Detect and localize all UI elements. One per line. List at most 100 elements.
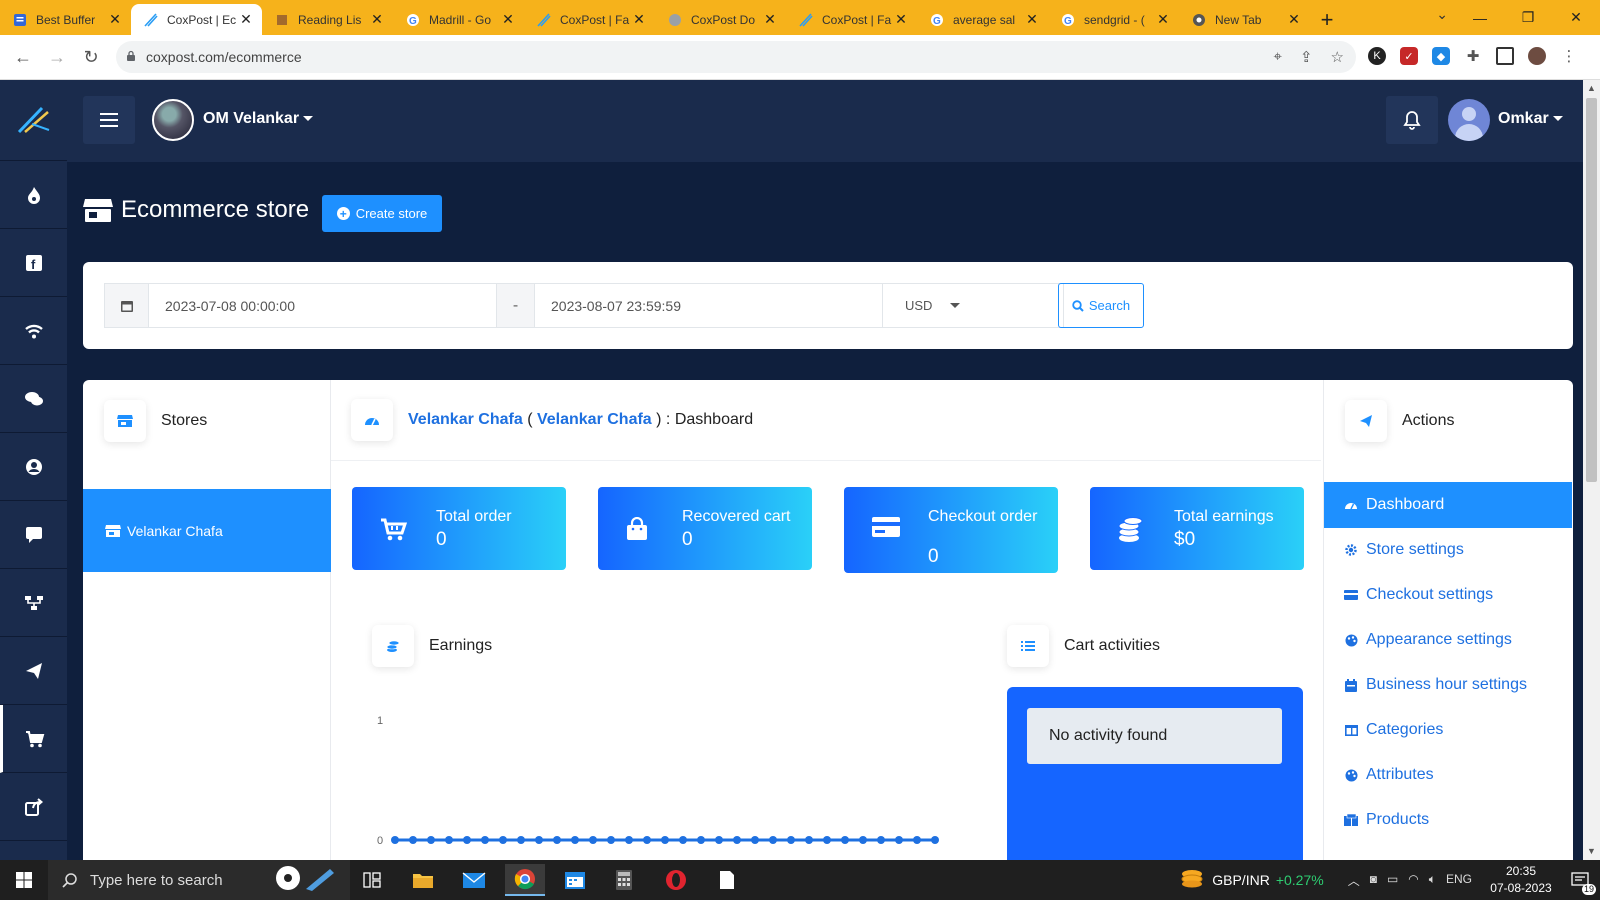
windows-start-button[interactable] — [0, 860, 48, 900]
checkbox-extension-icon[interactable]: ✓ — [1400, 47, 1418, 65]
puzzle-extensions-icon[interactable]: ✚ — [1464, 47, 1482, 65]
meet-now-icon[interactable]: ◙ — [1370, 872, 1377, 889]
close-window-icon[interactable]: ✕ — [1552, 0, 1600, 35]
document-icon[interactable] — [707, 864, 747, 896]
action-store-settings[interactable]: Store settings — [1324, 527, 1572, 573]
opera-icon[interactable] — [656, 864, 696, 896]
ticker-pair[interactable]: GBP/INR — [1212, 872, 1270, 888]
page-scrollbar[interactable]: ▲ ▼ — [1583, 80, 1600, 860]
scroll-thumb[interactable] — [1586, 98, 1597, 482]
system-clock[interactable]: 20:35 07-08-2023 — [1482, 863, 1560, 897]
browser-menu-icon[interactable]: ⋮ — [1560, 47, 1578, 65]
tab-close-icon[interactable]: ✕ — [893, 11, 909, 28]
calendar-app-icon[interactable] — [555, 864, 595, 896]
calculator-icon[interactable] — [604, 864, 644, 896]
sidebar-paper-plane-icon[interactable] — [0, 637, 67, 705]
search-button[interactable]: Search — [1058, 283, 1144, 328]
browser-tab[interactable]: CoxPost | Fa ✕ — [524, 4, 655, 35]
account-avatar[interactable] — [152, 99, 194, 141]
browser-tab[interactable]: Best Buffer ✕ — [0, 4, 131, 35]
sidebar-share-icon[interactable] — [0, 773, 67, 841]
show-hidden-icons-chevron-icon[interactable]: ︿ — [1348, 872, 1360, 889]
sidebar-comment-icon[interactable] — [0, 501, 67, 569]
back-arrow-icon[interactable]: ← — [6, 47, 40, 68]
action-attributes[interactable]: Attributes — [1324, 752, 1572, 798]
sidebar-cart-icon[interactable] — [0, 705, 67, 773]
store-list-item[interactable]: Velankar Chafa — [83, 489, 331, 572]
bookmark-star-icon[interactable]: ☆ — [1331, 48, 1344, 66]
store-name-link[interactable]: Velankar Chafa — [408, 411, 523, 428]
notification-center-button[interactable]: 19 — [1560, 860, 1600, 900]
taskbar-search-box[interactable]: Type here to search — [48, 860, 350, 900]
sidebar-flame-icon[interactable] — [0, 161, 67, 229]
tab-close-icon[interactable]: ✕ — [238, 11, 254, 28]
file-explorer-icon[interactable] — [403, 864, 443, 896]
windows-logo-icon — [16, 872, 32, 888]
action-categories[interactable]: Categories — [1324, 707, 1572, 753]
start-date-value: 2023-07-08 00:00:00 — [165, 297, 295, 314]
location-pin-icon[interactable]: ⌖ — [1274, 48, 1282, 66]
earnings-data-point — [661, 836, 669, 844]
chrome-taskbar-icon[interactable] — [505, 864, 545, 896]
action-checkout-settings[interactable]: Checkout settings — [1324, 572, 1572, 618]
tag-extension-icon[interactable]: ◆ — [1432, 47, 1450, 65]
browser-tab[interactable]: G Madrill - Go ✕ — [393, 4, 524, 35]
new-tab-button[interactable]: + — [1310, 4, 1344, 35]
store-sub-link[interactable]: Velankar Chafa — [537, 411, 652, 428]
restore-icon[interactable]: ❐ — [1504, 0, 1552, 35]
wifi-icon[interactable]: ◠ — [1408, 872, 1418, 889]
browser-tab[interactable]: CoxPost Do ✕ — [655, 4, 786, 35]
action-business-hour-settings[interactable]: Business hour settings — [1324, 662, 1572, 708]
sidebar-facebook-icon[interactable]: f — [0, 229, 67, 297]
tab-close-icon[interactable]: ✕ — [1155, 11, 1171, 28]
tab-close-icon[interactable]: ✕ — [107, 11, 123, 28]
tab-close-icon[interactable]: ✕ — [1286, 11, 1302, 28]
share-icon[interactable]: ⇪ — [1300, 48, 1313, 66]
create-store-button[interactable]: + Create store — [322, 195, 442, 232]
menu-toggle-button[interactable] — [83, 96, 135, 144]
browser-tab[interactable]: CoxPost | Fa ✕ — [786, 4, 917, 35]
notifications-button[interactable] — [1386, 96, 1438, 144]
address-bar[interactable]: coxpost.com/ecommerce ⌖ ⇪ ☆ — [116, 41, 1356, 73]
mail-icon[interactable] — [454, 864, 494, 896]
end-date-input[interactable]: 2023-08-07 23:59:59 — [535, 284, 883, 327]
battery-icon[interactable]: ▭ — [1387, 872, 1398, 889]
action-label: Appearance settings — [1366, 631, 1512, 648]
tab-close-icon[interactable]: ✕ — [369, 11, 385, 28]
forward-arrow-icon[interactable]: → — [40, 47, 74, 68]
tab-close-icon[interactable]: ✕ — [500, 11, 516, 28]
sidebar-chat-icon[interactable] — [0, 365, 67, 433]
sidebar-sitemap-icon[interactable] — [0, 569, 67, 637]
browser-tab[interactable]: G average sal ✕ — [917, 4, 1048, 35]
currency-select[interactable]: USD — [883, 284, 973, 327]
browser-tab[interactable]: New Tab ✕ — [1179, 4, 1310, 35]
action-products[interactable]: Products — [1324, 797, 1572, 843]
scroll-up-icon[interactable]: ▲ — [1587, 83, 1596, 93]
tab-title: Best Buffer — [36, 12, 96, 27]
browser-tab-active[interactable]: CoxPost | Ec ✕ — [131, 4, 262, 35]
minimize-icon[interactable]: — — [1456, 0, 1504, 35]
start-date-input[interactable]: 2023-07-08 00:00:00 — [149, 284, 497, 327]
sidepanel-icon[interactable] — [1496, 47, 1514, 65]
action-dashboard[interactable]: Dashboard — [1324, 482, 1572, 528]
coxpost-logo[interactable] — [0, 80, 67, 161]
sidebar-wifi-icon[interactable] — [0, 297, 67, 365]
volume-icon[interactable]: 🔈︎ — [1429, 872, 1436, 889]
tab-close-icon[interactable]: ✕ — [762, 11, 778, 28]
user-menu[interactable]: Omkar — [1498, 110, 1563, 128]
tab-close-icon[interactable]: ✕ — [631, 11, 647, 28]
input-language[interactable]: ENG — [1446, 872, 1472, 889]
k-extension-icon[interactable]: K — [1368, 47, 1386, 65]
sidebar-user-icon[interactable] — [0, 433, 67, 501]
tab-search-chevron-icon[interactable]: ⌄ — [1436, 6, 1448, 23]
profile-avatar[interactable] — [1528, 47, 1546, 65]
tab-close-icon[interactable]: ✕ — [1024, 11, 1040, 28]
reload-icon[interactable]: ↻ — [74, 47, 108, 68]
browser-tab[interactable]: G sendgrid - ( ✕ — [1048, 4, 1179, 35]
account-switcher[interactable]: OM Velankar — [203, 110, 314, 128]
action-appearance-settings[interactable]: Appearance settings — [1324, 617, 1572, 663]
task-view-icon[interactable] — [352, 864, 392, 896]
user-avatar[interactable] — [1448, 99, 1490, 141]
browser-tab[interactable]: Reading Lis ✕ — [262, 4, 393, 35]
scroll-down-icon[interactable]: ▼ — [1587, 846, 1596, 856]
